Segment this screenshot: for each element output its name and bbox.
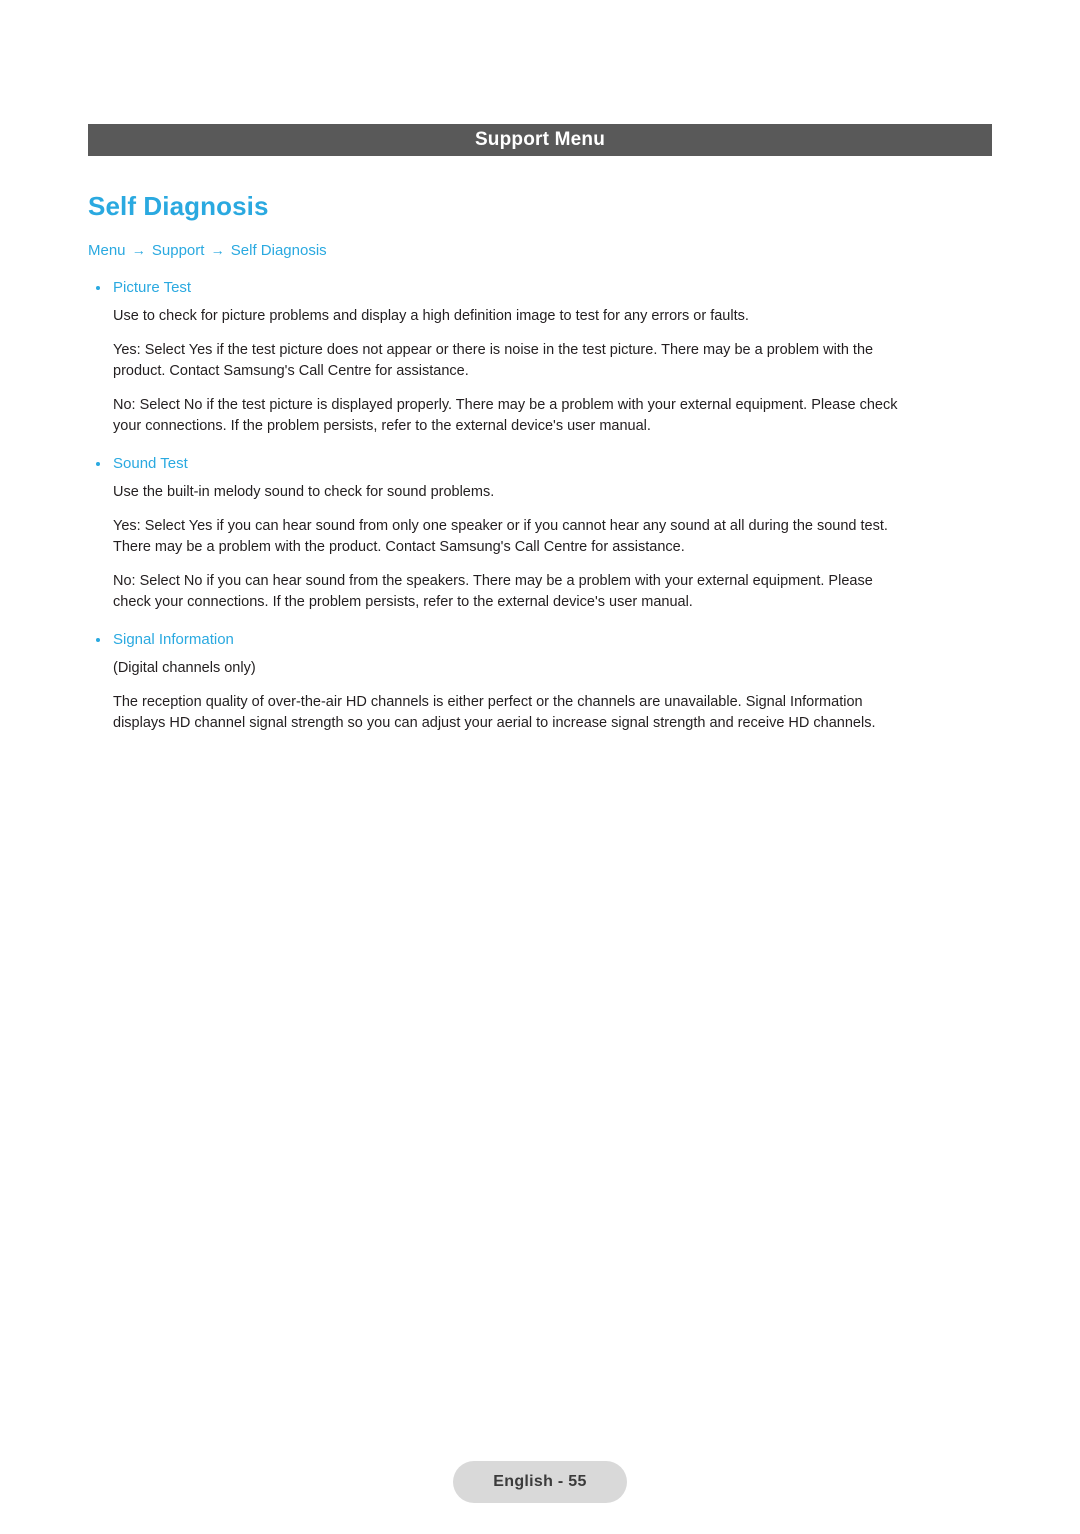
paragraph-signal-info-1: (Digital channels only) — [113, 660, 256, 676]
section-title-sound-test: Sound Test — [88, 453, 968, 475]
menu-path-item-1: Support — [151, 242, 205, 259]
paragraph-picture-test-1: Use to check for picture problems and di… — [113, 308, 749, 324]
page-footer-badge: English - 55 — [453, 1461, 627, 1503]
paragraph-sound-test-2: Yes: Select Yes if you can hear sound fr… — [113, 518, 888, 555]
bullet-dot-icon — [96, 638, 100, 642]
paragraph-sound-test-3: No: Select No if you can hear sound from… — [113, 573, 873, 610]
menu-path: Menu → Support → Self Diagnosis — [88, 240, 968, 261]
menu-path-item-0: Menu — [88, 242, 126, 259]
section-title-picture-test: Picture Test — [88, 277, 968, 299]
page-title: Self Diagnosis — [88, 191, 269, 221]
page-number-label: English - 55 — [493, 1473, 587, 1490]
bullet-dot-icon — [96, 462, 100, 466]
section-title-label: Sound Test — [113, 455, 188, 472]
document-page: Support Menu Self Diagnosis Menu → Suppo… — [0, 0, 1080, 1534]
section-header-title: Support Menu — [474, 129, 606, 150]
menu-path-arrow-icon-1: → — [210, 242, 225, 258]
menu-path-arrow-icon-0: → — [131, 242, 146, 258]
bullet-dot-icon — [96, 286, 100, 290]
content-body: Menu → Support → Self Diagnosis Picture … — [88, 240, 968, 747]
paragraph-picture-test-2: Yes: Select Yes if the test picture does… — [113, 342, 874, 379]
paragraph-sound-test-1: Use the built-in melody sound to check f… — [113, 484, 495, 500]
paragraph-signal-info-2: The reception quality of over-the-air HD… — [113, 694, 876, 731]
section-header-bar: Support Menu — [88, 124, 992, 156]
section-title-label: Signal Information — [113, 631, 234, 648]
section-title-label: Picture Test — [113, 279, 192, 296]
paragraph-picture-test-3: No: Select No if the test picture is dis… — [113, 397, 898, 434]
section-title-signal-information: Signal Information — [88, 629, 968, 651]
menu-path-item-2: Self Diagnosis — [230, 242, 327, 259]
